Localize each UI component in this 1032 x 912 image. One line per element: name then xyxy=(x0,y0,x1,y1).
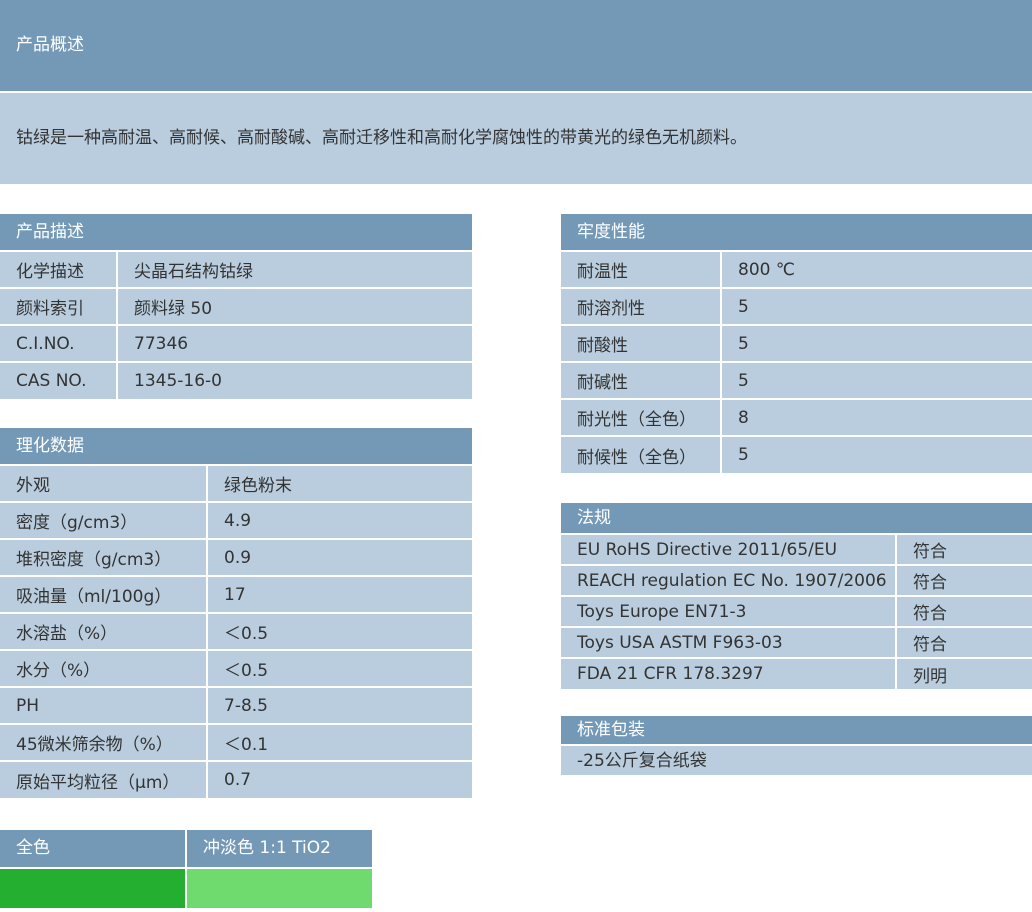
product-description-rows: 化学描述 尖晶石结构钴绿 颜料索引 颜料绿 50 C.I.NO. 77346 CAS NO.… xyxy=(0,250,472,399)
row-label: FDA 21 CFR 178.3297 xyxy=(561,657,896,689)
row-label: PH xyxy=(0,686,207,724)
table-row: 耐温性 800 ℃ xyxy=(561,250,1032,288)
physicochemical-section: 理化数据 外观 绿色粉末 密度（g/cm3） 4.9 堆积密度（g/cm3） 0.9 吸油量… xyxy=(0,428,472,798)
row-value: 1345-16-0 xyxy=(116,361,472,399)
row-label: C.I.NO. xyxy=(0,324,117,362)
table-row: 耐光性（全色） 8 xyxy=(561,398,1032,436)
row-label: 耐溶剂性 xyxy=(561,287,721,325)
row-value: 7-8.5 xyxy=(206,686,472,724)
row-value: ＜0.5 xyxy=(206,649,472,687)
product-description-section: 产品描述 化学描述 尖晶石结构钴绿 颜料索引 颜料绿 50 C.I.NO. 77346 CA… xyxy=(0,214,472,399)
row-value: 17 xyxy=(206,575,472,613)
row-label: 耐碱性 xyxy=(561,361,721,399)
row-label: 堆积密度（g/cm3） xyxy=(0,538,207,576)
packaging-title: 标准包装 xyxy=(561,716,1032,744)
table-row: Toys USA ASTM F963-03 符合 xyxy=(561,626,1032,658)
fastness-rows: 耐温性 800 ℃ 耐溶剂性 5 耐酸性 5 耐碱性 5 耐光性（全色） 8 耐候性（全色） 5 xyxy=(561,250,1032,473)
row-label: EU RoHS Directive 2011/65/EU xyxy=(561,533,896,565)
table-row: 堆积密度（g/cm3） 0.9 xyxy=(0,538,472,576)
row-value: 绿色粉末 xyxy=(206,464,472,502)
tint-shade-label: 冲淡色 1:1 TiO2 xyxy=(187,830,372,867)
table-row: REACH regulation EC No. 1907/2006 符合 xyxy=(561,564,1032,596)
row-label: Toys Europe EN71-3 xyxy=(561,595,896,627)
table-row: 45微米筛余物（%） ＜0.1 xyxy=(0,723,472,761)
row-value: ＜0.1 xyxy=(206,723,472,761)
table-row: FDA 21 CFR 178.3297 列明 xyxy=(561,657,1032,689)
row-value: 符合 xyxy=(895,564,1032,596)
row-value: ＜0.5 xyxy=(206,612,472,650)
row-value: 77346 xyxy=(116,324,472,362)
regulations-table: EU RoHS Directive 2011/65/EU 符合 REACH regu… xyxy=(561,533,1032,689)
row-label: 耐光性（全色） xyxy=(561,398,721,436)
row-value: 5 xyxy=(720,361,1032,399)
row-label: REACH regulation EC No. 1907/2006 xyxy=(561,564,896,596)
product-description-title: 产品描述 xyxy=(0,214,472,250)
row-label: 耐酸性 xyxy=(561,324,721,362)
physicochemical-title: 理化数据 xyxy=(0,428,472,464)
row-label: CAS NO. xyxy=(0,361,117,399)
overview-title: 产品概述 xyxy=(0,0,1032,91)
table-row: CAS NO. 1345-16-0 xyxy=(0,361,472,399)
row-label: 吸油量（ml/100g） xyxy=(0,575,207,613)
regulations-rows: EU RoHS Directive 2011/65/EU 符合 REACH regu… xyxy=(561,533,1032,689)
row-label: 耐候性（全色） xyxy=(561,435,721,473)
table-row: Toys Europe EN71-3 符合 xyxy=(561,595,1032,627)
table-row: 外观 绿色粉末 xyxy=(0,464,472,502)
table-row: 水分（%） ＜0.5 xyxy=(0,649,472,687)
physicochemical-table: 外观 绿色粉末 密度（g/cm3） 4.9 堆积密度（g/cm3） 0.9 吸油量（ml/1… xyxy=(0,464,472,798)
physicochemical-rows: 外观 绿色粉末 密度（g/cm3） 4.9 堆积密度（g/cm3） 0.9 吸油量（ml/1… xyxy=(0,464,472,798)
table-row: 吸油量（ml/100g） 17 xyxy=(0,575,472,613)
row-value: 5 xyxy=(720,435,1032,473)
table-row: 耐酸性 5 xyxy=(561,324,1032,362)
regulations-title: 法规 xyxy=(561,503,1032,533)
regulations-section: 法规 EU RoHS Directive 2011/65/EU 符合 REACH r… xyxy=(561,503,1032,689)
product-description-table: 化学描述 尖晶石结构钴绿 颜料索引 颜料绿 50 C.I.NO. 77346 CAS NO.… xyxy=(0,250,472,399)
tint-shade-swatch xyxy=(187,869,372,908)
row-label: 水分（%） xyxy=(0,649,207,687)
table-row: PH 7-8.5 xyxy=(0,686,472,724)
table-row: 耐候性（全色） 5 xyxy=(561,435,1032,473)
fastness-title: 牢度性能 xyxy=(561,214,1032,250)
packaging-value: -25公斤复合纸袋 xyxy=(561,744,1032,775)
packaging-section: 标准包装 -25公斤复合纸袋 xyxy=(561,716,1032,775)
row-value: 颜料绿 50 xyxy=(116,287,472,325)
row-label: 原始平均粒径（μm） xyxy=(0,760,207,798)
table-row: 颜料索引 颜料绿 50 xyxy=(0,287,472,325)
row-value: 列明 xyxy=(895,657,1032,689)
table-row: EU RoHS Directive 2011/65/EU 符合 xyxy=(561,533,1032,565)
fastness-table: 耐温性 800 ℃ 耐溶剂性 5 耐酸性 5 耐碱性 5 耐光性（全色） 8 耐候性（全色） 5 xyxy=(561,250,1032,473)
row-label: 耐温性 xyxy=(561,250,721,288)
overview-text: 钴绿是一种高耐温、高耐候、高耐酸碱、高耐迁移性和高耐化学腐蚀性的带黄光的绿色无机… xyxy=(0,93,1032,184)
fastness-section: 牢度性能 耐温性 800 ℃ 耐溶剂性 5 耐酸性 5 耐碱性 5 耐光性（全色） 8 耐候性（全色… xyxy=(561,214,1032,473)
row-label: 水溶盐（%） xyxy=(0,612,207,650)
full-shade-swatch xyxy=(0,869,185,908)
row-label: 45微米筛余物（%） xyxy=(0,723,207,761)
row-label: Toys USA ASTM F963-03 xyxy=(561,626,896,658)
table-row: 耐溶剂性 5 xyxy=(561,287,1032,325)
row-value: 4.9 xyxy=(206,501,472,539)
row-label: 密度（g/cm3） xyxy=(0,501,207,539)
row-value: 0.9 xyxy=(206,538,472,576)
row-label: 化学描述 xyxy=(0,250,117,288)
row-label: 颜料索引 xyxy=(0,287,117,325)
row-value: 符合 xyxy=(895,626,1032,658)
row-label: 外观 xyxy=(0,464,207,502)
row-value: 符合 xyxy=(895,533,1032,565)
row-value: 8 xyxy=(720,398,1032,436)
table-row: 密度（g/cm3） 4.9 xyxy=(0,501,472,539)
row-value: 5 xyxy=(720,324,1032,362)
row-value: 符合 xyxy=(895,595,1032,627)
table-row: C.I.NO. 77346 xyxy=(0,324,472,362)
table-row: 耐碱性 5 xyxy=(561,361,1032,399)
table-row: 化学描述 尖晶石结构钴绿 xyxy=(0,250,472,288)
full-shade-label: 全色 xyxy=(0,830,185,867)
row-value: 尖晶石结构钴绿 xyxy=(116,250,472,288)
row-value: 800 ℃ xyxy=(720,250,1032,288)
table-row: 水溶盐（%） ＜0.5 xyxy=(0,612,472,650)
color-swatches: 全色 冲淡色 1:1 TiO2 xyxy=(0,830,372,908)
table-row: 原始平均粒径（μm） 0.7 xyxy=(0,760,472,798)
row-value: 0.7 xyxy=(206,760,472,798)
row-value: 5 xyxy=(720,287,1032,325)
